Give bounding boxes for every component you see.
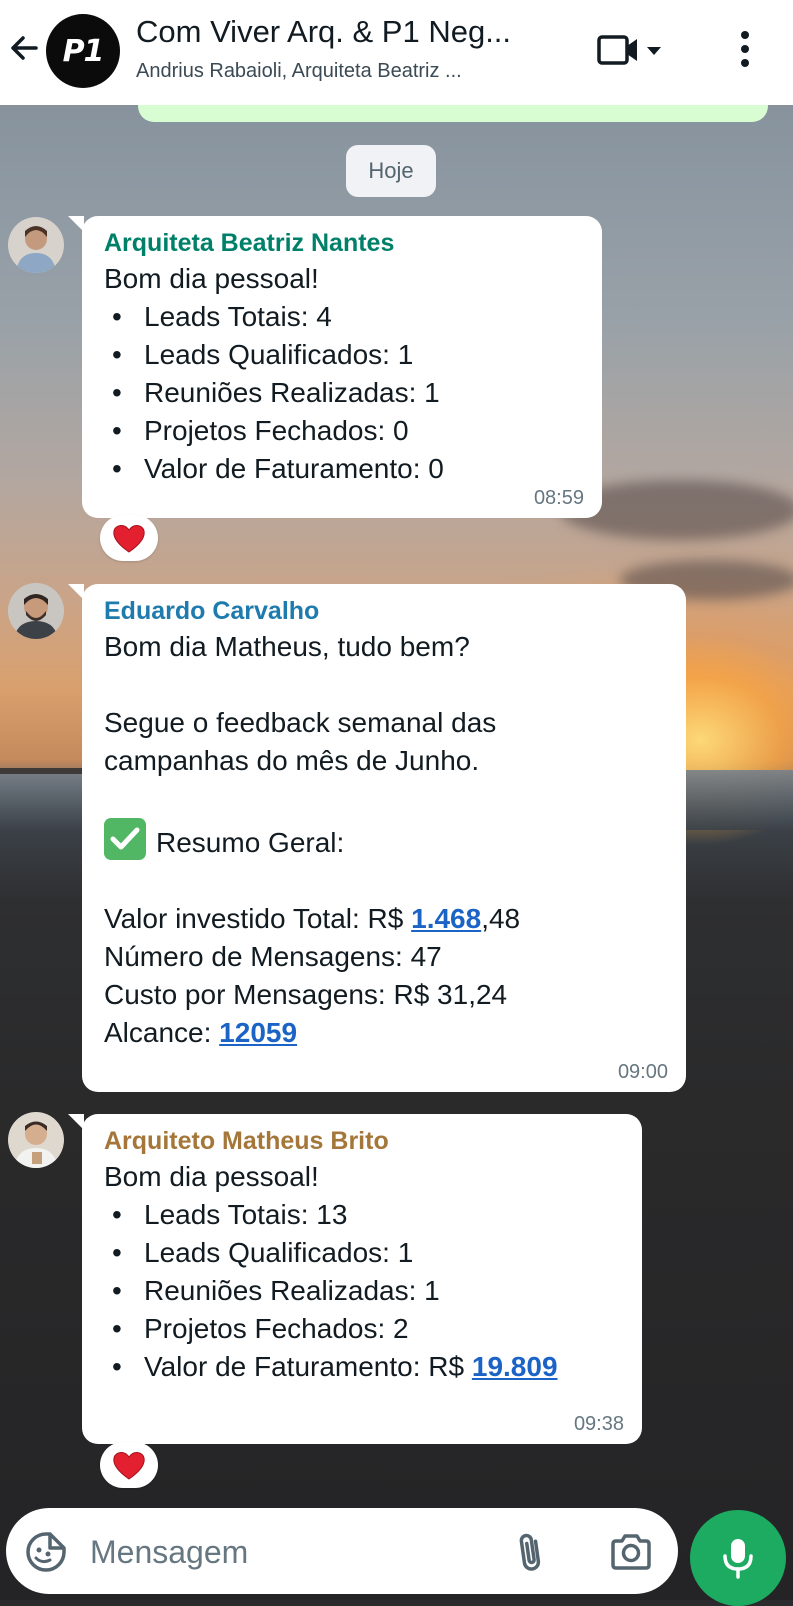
cost-per-message: Custo por Mensagens: R$ 31,24	[104, 979, 508, 1010]
sender-avatar-beatriz[interactable]	[8, 217, 64, 273]
list-item: • Projetos Fechados: 2	[104, 1310, 622, 1348]
list-item-text: Leads Qualificados: 1	[144, 1237, 414, 1268]
avatar-photo	[8, 1112, 64, 1168]
paperclip-icon	[519, 1533, 541, 1571]
bullet-icon: •	[112, 453, 122, 484]
revenue-prefix: Valor de Faturamento: R$	[144, 1351, 472, 1382]
more-vert-icon	[741, 31, 749, 67]
wallpaper-pier	[0, 768, 85, 774]
bullet-icon: •	[112, 377, 122, 408]
emoji-sticker-icon	[26, 1532, 66, 1572]
invested-total: Valor investido Total: R$ 1.468,48	[104, 900, 666, 938]
list-item-text: Leads Totais: 13	[144, 1199, 348, 1230]
message-bubble[interactable]: Arquiteta Beatriz Nantes Bom dia pessoal…	[68, 216, 602, 518]
reach-prefix: Alcance:	[104, 1017, 220, 1048]
bullet-icon: •	[112, 339, 122, 370]
bullet-icon: •	[112, 415, 122, 446]
list-item-text: Leads Totais: 4	[144, 301, 332, 332]
summary-heading: Resumo Geral:	[104, 818, 666, 862]
list-item: • Projetos Fechados: 0	[104, 412, 582, 450]
message-input[interactable]	[88, 1526, 472, 1578]
check-mark-icon	[104, 818, 146, 860]
more-options-button[interactable]	[730, 28, 760, 70]
list-item: • Leads Qualificados: 1	[104, 336, 582, 374]
heart-reaction[interactable]	[100, 515, 158, 561]
chat-title[interactable]: Com Viver Arq. & P1 Neg...	[136, 14, 556, 50]
message-sender[interactable]: Arquiteto Matheus Brito	[104, 1124, 622, 1158]
list-item-text: Projetos Fechados: 2	[144, 1313, 409, 1344]
group-avatar-text: P1	[62, 33, 105, 69]
chat-participants[interactable]: Andrius Rabaioli, Arquiteta Beatriz ...	[136, 60, 546, 83]
reach-number-link[interactable]: 12059	[219, 1017, 297, 1048]
sender-avatar-eduardo[interactable]	[8, 583, 64, 639]
dropdown-caret-icon	[647, 47, 661, 55]
invested-suffix: ,48	[481, 903, 521, 934]
list-item: • Leads Totais: 13	[104, 1196, 622, 1234]
summary-label: Resumo Geral:	[156, 827, 345, 858]
video-call-button[interactable]	[596, 30, 676, 70]
revenue-number-link[interactable]: 19.809	[472, 1351, 558, 1382]
list-item-text: Projetos Fechados: 0	[144, 415, 409, 446]
message-bubble[interactable]: Eduardo Carvalho Bom dia Matheus, tudo b…	[68, 584, 686, 1092]
chat-header: P1 Com Viver Arq. & P1 Neg... Andrius Ra…	[0, 0, 793, 105]
phone-number-link[interactable]: 1.468	[411, 903, 481, 934]
message-time: 09:00	[617, 1061, 668, 1083]
list-item: • Reuniões Realizadas: 1	[104, 374, 582, 412]
sender-avatar-matheus[interactable]	[8, 1112, 64, 1168]
microphone-icon	[723, 1539, 753, 1579]
heart-icon	[113, 1452, 145, 1480]
heart-icon	[113, 525, 145, 553]
bullet-icon: •	[112, 1237, 122, 1268]
camera-button[interactable]	[609, 1532, 653, 1572]
bullet-icon: •	[112, 1313, 122, 1344]
avatar-photo	[8, 583, 64, 639]
list-item: • Leads Qualificados: 1	[104, 1234, 622, 1272]
message-composer	[6, 1508, 678, 1594]
video-call-icon	[597, 35, 637, 65]
heart-reaction[interactable]	[100, 1442, 158, 1488]
list-item-text: Leads Qualificados: 1	[144, 339, 414, 370]
list-item-text: Valor de Faturamento: 0	[144, 453, 444, 484]
bullet-icon: •	[112, 1351, 122, 1382]
message-text: Bom dia pessoal!	[104, 1161, 319, 1192]
list-item: • Leads Totais: 4	[104, 298, 582, 336]
attach-button[interactable]	[511, 1530, 551, 1574]
date-divider: Hoje	[346, 145, 436, 197]
message-time: 08:59	[533, 487, 584, 509]
list-item: • Valor de Faturamento: 0	[104, 450, 582, 488]
bullet-icon: •	[112, 1199, 122, 1230]
emoji-button[interactable]	[24, 1530, 68, 1574]
message-text: Bom dia Matheus, tudo bem?	[104, 631, 470, 662]
bullet-icon: •	[112, 1275, 122, 1306]
group-avatar[interactable]: P1	[46, 14, 120, 88]
invested-prefix: Valor investido Total: R$	[104, 903, 412, 934]
message-text: Segue o feedback semanal das	[104, 707, 497, 738]
list-item-text: Reuniões Realizadas: 1	[144, 1275, 440, 1306]
back-arrow-icon	[11, 36, 38, 60]
message-time: 09:38	[573, 1413, 624, 1435]
list-item: • Reuniões Realizadas: 1	[104, 1272, 622, 1310]
message-bubble[interactable]: Arquiteto Matheus Brito Bom dia pessoal!…	[68, 1114, 642, 1444]
avatar-photo	[8, 217, 64, 273]
message-count: Número de Mensagens: 47	[104, 941, 442, 972]
reach: Alcance: 12059	[104, 1014, 666, 1052]
message-text: Bom dia pessoal!	[104, 263, 319, 294]
bubble-tail	[68, 584, 84, 600]
bullet-icon: •	[112, 301, 122, 332]
message-text: campanhas do mês de Junho.	[104, 745, 480, 776]
message-sender[interactable]: Eduardo Carvalho	[104, 594, 666, 628]
bubble-tail	[68, 1114, 84, 1130]
list-item: • Valor de Faturamento: R$ 19.809	[104, 1348, 622, 1386]
list-item-text: Reuniões Realizadas: 1	[144, 377, 440, 408]
camera-icon	[611, 1534, 651, 1570]
back-button[interactable]	[6, 30, 42, 66]
message-sender[interactable]: Arquiteta Beatriz Nantes	[104, 226, 582, 260]
voice-message-button[interactable]	[690, 1510, 786, 1606]
bubble-tail	[68, 216, 84, 232]
